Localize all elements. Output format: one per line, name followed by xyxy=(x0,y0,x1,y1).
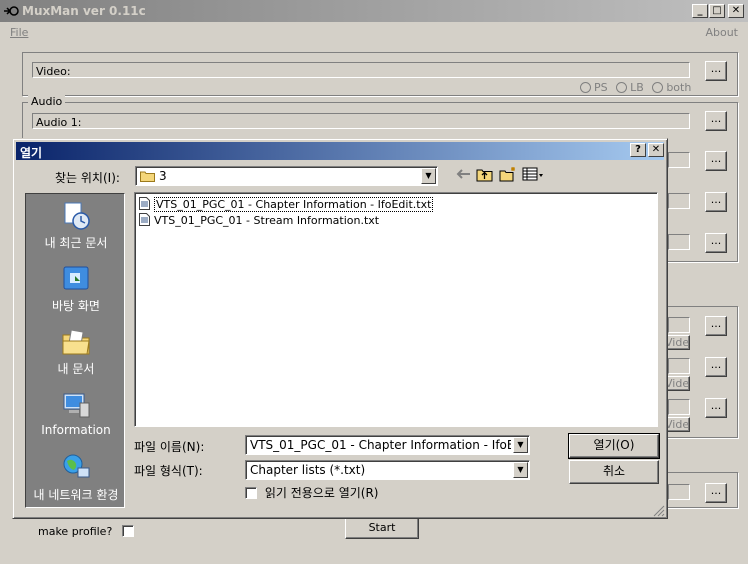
file-list[interactable]: VTS_01_PGC_01 - Chapter Information - If… xyxy=(134,192,658,427)
place-my-documents[interactable]: 내 문서 xyxy=(26,326,126,377)
audio1-browse-button[interactable]: ... xyxy=(705,111,727,131)
sub1-browse-button[interactable]: ... xyxy=(705,316,727,336)
main-title-bar: MuxMan ver 0.11c _ □ ✕ xyxy=(0,0,748,22)
video-field[interactable]: Video: xyxy=(32,62,690,78)
audio2-field[interactable] xyxy=(668,152,690,168)
output-browse-button[interactable]: ... xyxy=(705,483,727,503)
chevron-down-icon[interactable]: ▼ xyxy=(513,437,528,453)
sub1-field[interactable] xyxy=(668,317,690,333)
dialog-title: 열기 xyxy=(20,146,43,160)
video-browse-button[interactable]: ... xyxy=(705,61,727,81)
main-title: MuxMan ver 0.11c xyxy=(22,4,146,18)
place-desktop[interactable]: 바탕 화면 xyxy=(26,263,126,314)
aspect-radio-group: PS LB both xyxy=(580,81,691,94)
audio4-field[interactable] xyxy=(668,234,690,250)
look-in-label: 찾는 위치(I): xyxy=(55,171,120,185)
menu-about[interactable]: About xyxy=(705,26,738,39)
place-label-information: Information xyxy=(41,423,111,437)
make-profile-row: make profile? xyxy=(38,525,134,538)
file-item[interactable]: VTS_01_PGC_01 - Chapter Information - If… xyxy=(139,197,434,212)
audio-group-label: Audio xyxy=(28,95,66,108)
look-in-combo[interactable]: 3 ▼ xyxy=(135,166,438,186)
filename-label: 파일 이름(N): xyxy=(134,440,205,454)
sub2-browse-button[interactable]: ... xyxy=(705,357,727,377)
filename-combo[interactable]: VTS_01_PGC_01 - Chapter Information - If… xyxy=(245,435,530,455)
audio1-field[interactable]: Audio 1: xyxy=(32,113,690,129)
chevron-down-icon[interactable]: ▼ xyxy=(421,168,436,184)
ps-radio[interactable] xyxy=(580,82,591,93)
network-icon xyxy=(63,454,90,480)
dialog-title-bar: 열기 ? ✕ xyxy=(16,142,664,160)
place-label-recent: 내 최근 문서 xyxy=(44,236,108,250)
audio4-browse-button[interactable]: ... xyxy=(705,233,727,253)
help-button[interactable]: ? xyxy=(630,143,646,157)
sub3-browse-button[interactable]: ... xyxy=(705,398,727,418)
start-button[interactable]: Start xyxy=(345,517,419,539)
place-recent-documents[interactable]: 내 최근 문서 xyxy=(26,200,126,251)
menu-file[interactable]: File xyxy=(10,26,28,39)
computer-icon xyxy=(63,393,90,418)
resize-grip-icon[interactable] xyxy=(653,505,665,517)
my-documents-icon xyxy=(62,329,90,355)
readonly-label: 읽기 전용으로 열기(R) xyxy=(264,486,379,500)
menu-bar: File About xyxy=(0,22,748,42)
file-item[interactable]: VTS_01_PGC_01 - Stream Information.txt xyxy=(139,213,379,228)
make-profile-label: make profile? xyxy=(38,525,113,538)
lb-radio[interactable] xyxy=(616,82,628,93)
up-folder-icon[interactable] xyxy=(476,166,494,182)
filename-value: VTS_01_PGC_01 - Chapter Information - If… xyxy=(250,438,511,452)
both-radio[interactable] xyxy=(652,82,664,93)
place-label-my-documents: 내 문서 xyxy=(57,362,95,376)
minimize-button[interactable]: _ xyxy=(692,4,708,18)
view-menu-icon[interactable] xyxy=(522,166,544,182)
chevron-down-icon[interactable]: ▼ xyxy=(513,462,528,478)
sub2-field[interactable] xyxy=(668,358,690,374)
audio3-browse-button[interactable]: ... xyxy=(705,192,727,212)
file-name: VTS_01_PGC_01 - Stream Information.txt xyxy=(154,214,380,227)
open-file-dialog: 열기 ? ✕ 찾는 위치(I): 3 ▼ 내 최근 문서 바탕 화면 내 문서 … xyxy=(12,138,668,519)
cancel-button[interactable]: 취소 xyxy=(569,460,659,484)
audio2-browse-button[interactable]: ... xyxy=(705,151,727,171)
filetype-combo[interactable]: Chapter lists (*.txt) ▼ xyxy=(245,460,530,480)
dialog-close-button[interactable]: ✕ xyxy=(648,143,664,157)
lb-label: LB xyxy=(630,81,644,94)
filetype-value: Chapter lists (*.txt) xyxy=(250,463,366,477)
place-network[interactable]: 내 네트워크 환경 xyxy=(26,452,126,503)
places-bar: 내 최근 문서 바탕 화면 내 문서 Information 내 네트워크 환경 xyxy=(25,193,125,508)
video-label: Video: xyxy=(36,65,71,78)
text-file-icon xyxy=(139,213,150,226)
app-icon xyxy=(4,6,19,16)
readonly-row: 읽기 전용으로 열기(R) xyxy=(245,484,378,501)
place-computer[interactable]: Information xyxy=(26,389,126,437)
look-in-value: 3 xyxy=(159,169,167,183)
text-file-icon xyxy=(139,197,150,210)
open-button[interactable]: 열기(O) xyxy=(568,433,660,459)
make-profile-checkbox[interactable] xyxy=(121,525,134,537)
output-field[interactable] xyxy=(668,484,690,500)
sub3-field[interactable] xyxy=(668,399,690,415)
back-arrow-icon[interactable] xyxy=(456,166,474,182)
readonly-checkbox[interactable] xyxy=(245,487,257,499)
recent-documents-icon xyxy=(64,202,90,230)
filetype-label: 파일 형식(T): xyxy=(134,464,203,478)
both-label: both xyxy=(666,81,692,94)
folder-icon xyxy=(140,171,155,182)
ps-label: PS xyxy=(594,81,608,94)
close-button[interactable]: ✕ xyxy=(728,4,744,18)
audio1-label: Audio 1: xyxy=(36,116,82,129)
maximize-button[interactable]: □ xyxy=(709,4,725,18)
place-label-network: 내 네트워크 환경 xyxy=(33,488,119,502)
new-folder-icon[interactable] xyxy=(499,166,517,182)
audio3-field[interactable] xyxy=(668,193,690,209)
place-label-desktop: 바탕 화면 xyxy=(52,299,100,313)
desktop-icon xyxy=(63,266,89,290)
file-name: VTS_01_PGC_01 - Chapter Information - If… xyxy=(154,197,434,212)
